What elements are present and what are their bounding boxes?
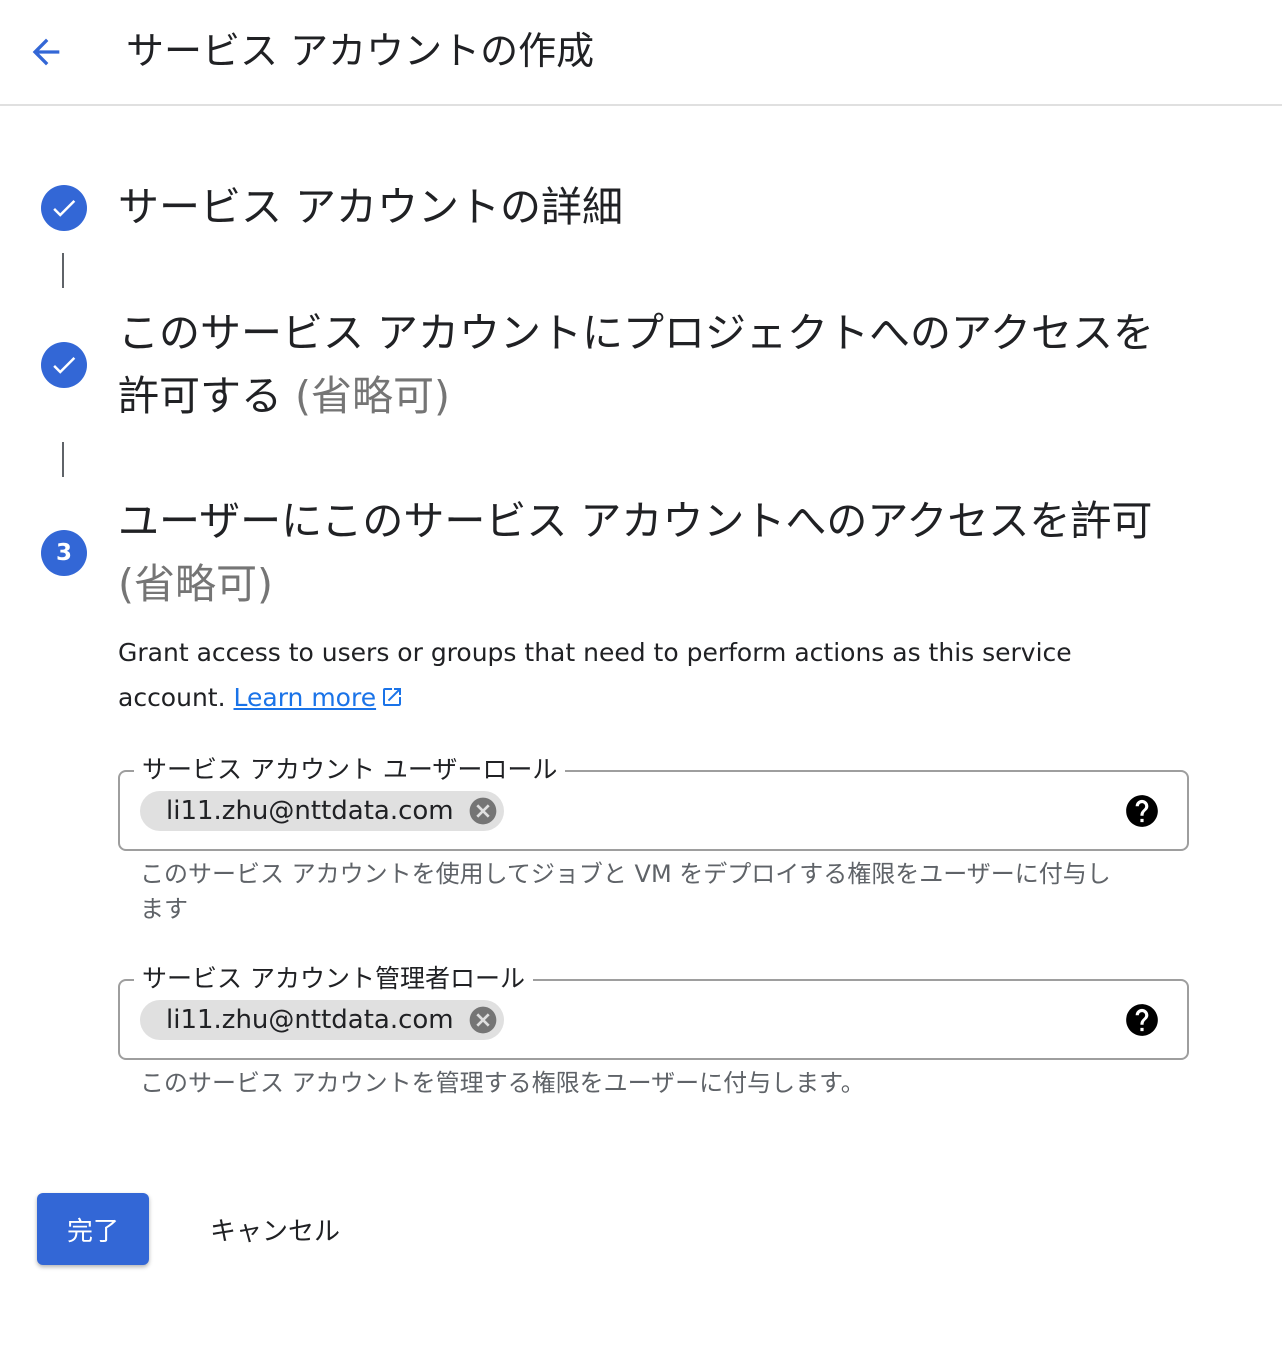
step-1-complete-icon [41, 185, 87, 231]
arrow-back-icon [32, 38, 60, 66]
user-chip: li11.zhu@nttdata.com [140, 791, 504, 831]
service-account-admin-role-field[interactable]: サービス アカウント管理者ロール li11.zhu@nttdata.com [118, 960, 1189, 1060]
cancel-icon [469, 797, 496, 825]
step-3-title-text: ユーザーにこのサービス アカウントへのアクセスを許可 [118, 497, 1153, 545]
step-1-title: サービス アカウントの詳細 [118, 176, 1178, 239]
cancel-button[interactable]: キャンセル [186, 1193, 364, 1265]
step-2-complete-icon [41, 342, 87, 388]
learn-more-link[interactable]: Learn more [234, 683, 377, 712]
step-2-optional: (省略可) [295, 372, 451, 420]
step-3-number-icon: 3 [41, 530, 87, 576]
chip-text: li11.zhu@nttdata.com [166, 1005, 454, 1035]
step-3-optional: (省略可) [118, 560, 273, 608]
field-helper-text: このサービス アカウントを使用してジョブと VM をデプロイする権限をユーザーに… [140, 860, 1111, 923]
step-2-title-text: このサービス アカウントにプロジェクトへのアクセスを許可する [118, 309, 1154, 420]
done-button[interactable]: 完了 [37, 1193, 149, 1265]
chip-text: li11.zhu@nttdata.com [166, 796, 454, 826]
field-label: サービス アカウント管理者ロール [134, 960, 533, 998]
chip-remove-button[interactable] [466, 1003, 500, 1037]
service-account-user-role-field[interactable]: サービス アカウント ユーザーロール li11.zhu@nttdata.com [118, 751, 1189, 851]
step-connector [62, 253, 64, 288]
step-1-title-text: サービス アカウントの詳細 [118, 183, 624, 231]
check-icon [53, 357, 76, 374]
step-3-number: 3 [55, 540, 72, 566]
step-connector [62, 442, 64, 477]
user-chip: li11.zhu@nttdata.com [140, 1000, 504, 1040]
step-description: Grant access to users or groups that nee… [118, 630, 1118, 720]
help-icon[interactable] [1123, 792, 1161, 830]
help-icon[interactable] [1123, 1001, 1161, 1039]
page-title: サービス アカウントの作成 [126, 29, 595, 73]
page-header: サービス アカウントの作成 [0, 0, 1282, 106]
cancel-icon [469, 1006, 496, 1034]
chip-remove-button[interactable] [466, 794, 500, 828]
field-label: サービス アカウント ユーザーロール [134, 751, 566, 789]
field-helper-text: このサービス アカウントを管理する権限をユーザーに付与します。 [140, 1069, 865, 1097]
open-in-new-icon [383, 688, 402, 706]
step-3-title: ユーザーにこのサービス アカウントへのアクセスを許可 (省略可) [118, 490, 1178, 616]
check-icon [53, 200, 76, 217]
step-2-title: このサービス アカウントにプロジェクトへのアクセスを許可する (省略可) [118, 302, 1178, 428]
back-button[interactable] [20, 26, 72, 78]
